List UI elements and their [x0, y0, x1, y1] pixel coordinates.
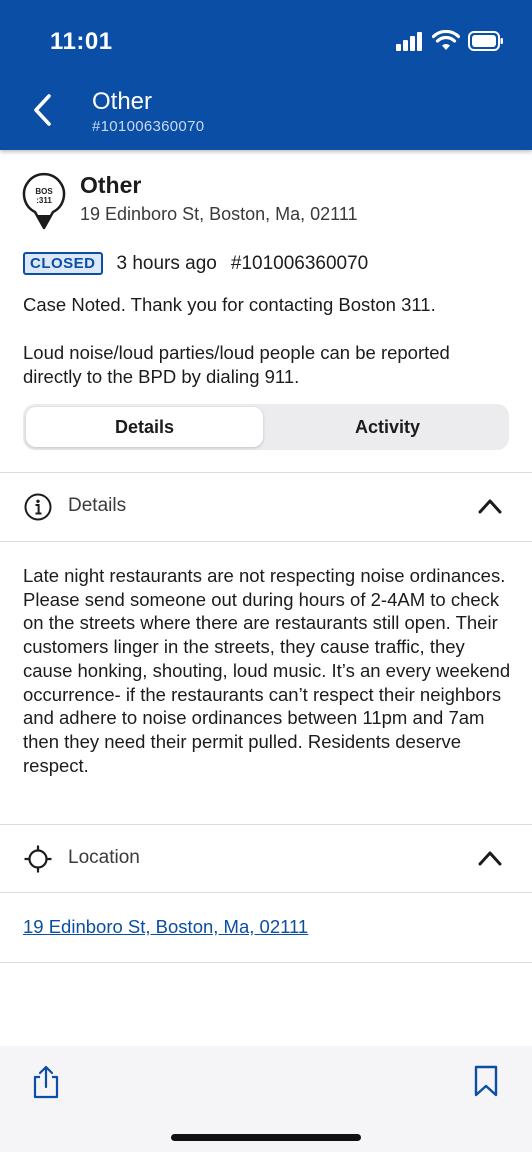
case-info-note: Loud noise/loud parties/loud people can … — [23, 342, 450, 387]
bottom-toolbar — [0, 1046, 532, 1152]
status-bar-time: 11:01 — [50, 28, 113, 55]
case-description: Late night restaurants are not respectin… — [23, 565, 511, 776]
details-section-label: Details — [68, 495, 127, 516]
case-address: 19 Edinboro St, Boston, Ma, 02111 — [80, 204, 358, 224]
app-header: 11:01 Other #101006360070 — [0, 0, 532, 150]
divider — [0, 824, 532, 825]
battery-icon — [468, 30, 503, 51]
tab-activity[interactable]: Activity — [269, 407, 506, 447]
chevron-up-icon[interactable] — [478, 497, 502, 515]
bookmark-icon[interactable] — [472, 1064, 500, 1098]
chevron-up-icon[interactable] — [478, 849, 502, 867]
case-time-ago: 3 hours ago — [116, 252, 217, 274]
chevron-left-icon — [34, 94, 51, 126]
nav-subtitle: #101006360070 — [92, 118, 205, 135]
cellular-signal-icon — [396, 31, 422, 51]
tab-details[interactable]: Details — [26, 407, 263, 447]
location-section-header[interactable]: Location — [0, 826, 532, 892]
home-indicator — [171, 1134, 361, 1141]
case-note: Case Noted. Thank you for contacting Bos… — [23, 294, 436, 315]
divider — [0, 962, 532, 963]
status-badge: CLOSED — [23, 252, 103, 275]
crosshair-icon — [24, 845, 52, 873]
divider — [0, 472, 532, 473]
case-title: Other — [80, 172, 142, 198]
pin-logo-text-bottom: :311 — [36, 196, 52, 205]
boston-311-pin-logo: BOS :311 — [22, 172, 66, 230]
location-section-label: Location — [68, 847, 140, 868]
pin-logo-text-top: BOS — [35, 187, 53, 196]
details-activity-segmented-control: Details Activity — [23, 404, 509, 450]
status-bar-icons — [396, 30, 504, 51]
case-status-row: CLOSED 3 hours ago #101006360070 — [23, 252, 368, 275]
share-icon[interactable] — [30, 1064, 62, 1100]
case-number: #101006360070 — [230, 252, 369, 274]
wifi-icon — [432, 30, 460, 50]
divider — [0, 541, 532, 542]
info-icon — [24, 493, 52, 521]
nav-title: Other — [92, 88, 153, 115]
divider — [0, 892, 532, 893]
location-address-link[interactable]: 19 Edinboro St, Boston, Ma, 02111 — [23, 916, 308, 938]
details-section-header[interactable]: Details — [0, 474, 532, 540]
back-button[interactable] — [24, 90, 60, 130]
